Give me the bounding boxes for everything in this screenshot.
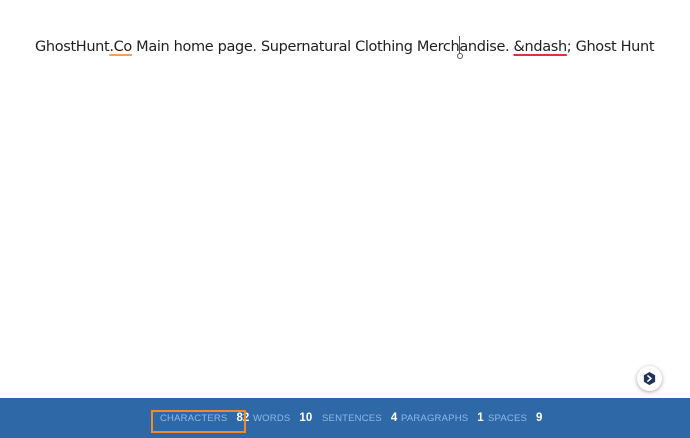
spelling-flagged-text[interactable]: &ndash (514, 39, 568, 55)
grammar-flagged-text[interactable]: .Co (109, 39, 132, 55)
chevron-right-icon (643, 371, 656, 386)
stat-sentences-value: 4 (390, 412, 398, 424)
stat-characters-label: CHARACTERS (160, 412, 228, 424)
stat-spaces: SPACES 9 (488, 398, 542, 438)
editor-text-line[interactable]: GhostHunt.Co Main home page. Supernatura… (35, 36, 655, 59)
stat-paragraphs: PARAGRAPHS 1 (401, 398, 484, 438)
stat-paragraphs-label: PARAGRAPHS (401, 412, 469, 424)
text-segment: GhostHunt (35, 39, 110, 55)
stat-words-label: WORDS (253, 412, 291, 424)
stat-sentences: SENTENCES 4 (322, 398, 397, 438)
stat-spaces-value: 9 (536, 412, 543, 424)
text-segment: ; Ghost Hunt (566, 39, 655, 55)
stat-spaces-label: SPACES (488, 412, 528, 424)
stat-words: WORDS 10 (253, 398, 312, 438)
text-editor[interactable]: GhostHunt.Co Main home page. Supernatura… (0, 0, 690, 398)
stat-characters-value: 82 (236, 412, 250, 424)
assistant-button[interactable] (637, 366, 662, 391)
text-segment: andise. (459, 39, 514, 55)
stat-words-value: 10 (299, 412, 313, 424)
stat-paragraphs-value: 1 (477, 412, 484, 424)
stat-sentences-label: SENTENCES (322, 412, 382, 424)
text-segment: Main home page. Supernatural Clothing Me… (131, 39, 460, 55)
app-window: GhostHunt.Co Main home page. Supernatura… (0, 0, 690, 438)
stat-characters: CHARACTERS 82 (160, 398, 249, 438)
status-bar: CHARACTERS 82 WORDS 10 SENTENCES 4 PARAG… (0, 398, 690, 438)
